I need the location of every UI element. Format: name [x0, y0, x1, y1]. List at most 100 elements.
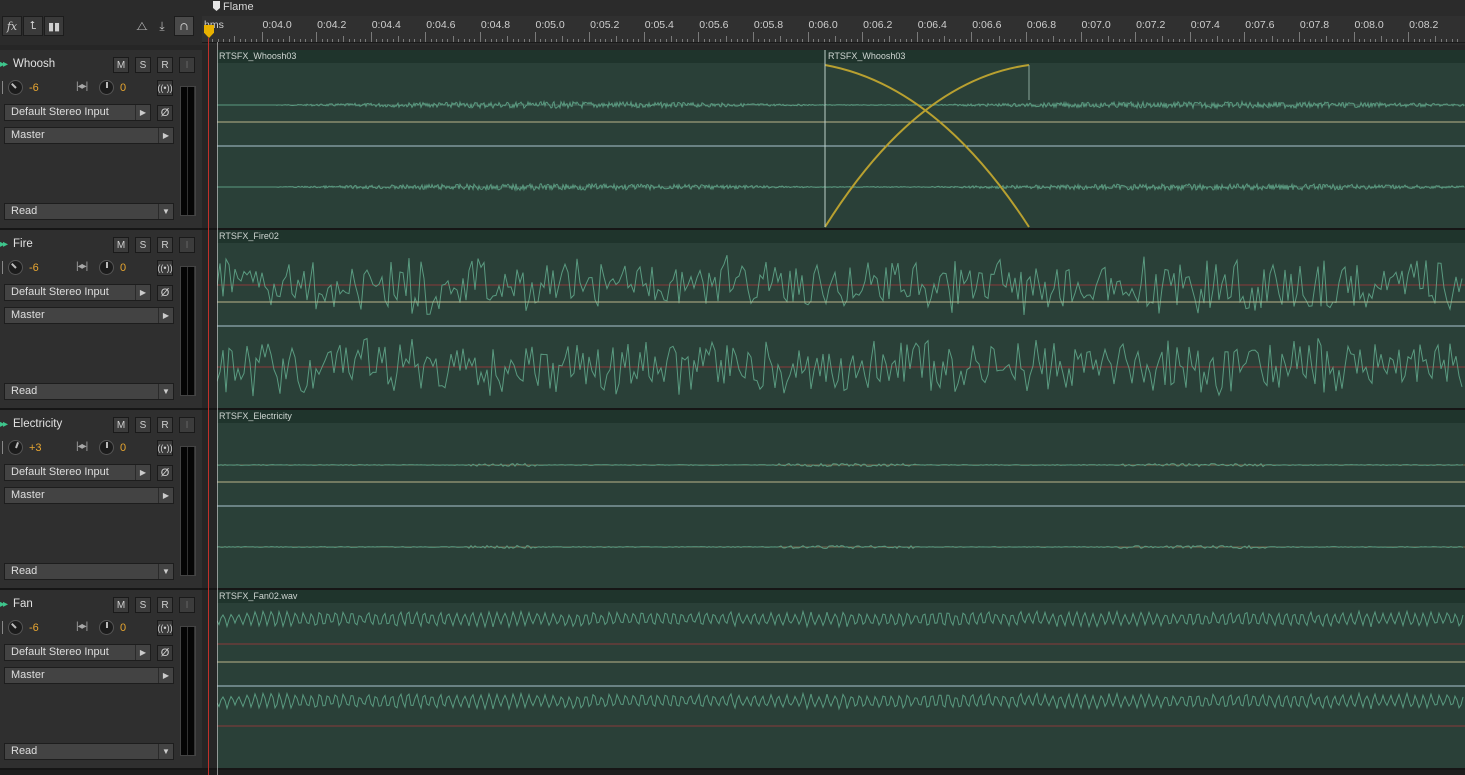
- clip-lane[interactable]: RTSFX_Whoosh03 RTSFX_Whoosh03: [217, 50, 1465, 228]
- input-monitor-button[interactable]: I: [179, 597, 195, 613]
- pan-value[interactable]: 0: [120, 622, 126, 634]
- track-arrows-icon[interactable]: ▸▸: [0, 59, 8, 70]
- ruler-minor-tick: [873, 39, 875, 42]
- ruler-minor-tick: [1075, 39, 1077, 42]
- automation-mode-select[interactable]: Read ▼: [4, 743, 174, 760]
- eq-icon[interactable]: ▮▮: [44, 16, 64, 36]
- record-arm-button[interactable]: R: [157, 237, 173, 253]
- volume-value[interactable]: +3: [29, 442, 42, 454]
- ruler-minor-tick: [1146, 39, 1148, 42]
- metronome-icon[interactable]: ⧍: [132, 16, 152, 36]
- pan-value[interactable]: 0: [120, 262, 126, 274]
- time-ruler[interactable]: hms0:04.00:04.20:04.40:04.60:04.80:05.00…: [202, 16, 1465, 43]
- ruler-minor-tick: [490, 39, 492, 42]
- automation-mode-select[interactable]: Read ▼: [4, 563, 174, 580]
- ruler-minor-tick: [1069, 39, 1071, 42]
- ruler-minor-tick: [840, 39, 842, 42]
- record-input-icon[interactable]: ⤓: [152, 16, 172, 36]
- headphones-icon[interactable]: ∩: [174, 16, 194, 36]
- ruler-minor-tick: [1102, 39, 1104, 42]
- marker-label[interactable]: Flame: [223, 1, 254, 13]
- pan-value[interactable]: 0: [120, 82, 126, 94]
- clip-lane[interactable]: RTSFX_Electricity: [217, 410, 1465, 588]
- phase-invert-icon[interactable]: Ø: [157, 465, 173, 481]
- chevron-right-icon: ▶: [158, 128, 173, 143]
- automation-mode-select[interactable]: Read ▼: [4, 383, 174, 400]
- pan-knob[interactable]: [99, 440, 114, 455]
- ruler-minor-tick: [736, 39, 738, 42]
- ruler-minor-tick: [993, 39, 995, 42]
- clip-name[interactable]: RTSFX_Electricity: [219, 411, 292, 421]
- phase-invert-icon[interactable]: Ø: [157, 105, 173, 121]
- output-select[interactable]: Master ▶: [4, 307, 174, 324]
- record-arm-button[interactable]: R: [157, 417, 173, 433]
- chevron-down-icon: ▼: [158, 204, 173, 219]
- fx-button[interactable]: fx: [2, 16, 22, 36]
- volume-knob[interactable]: [8, 80, 23, 95]
- volume-knob[interactable]: [8, 260, 23, 275]
- track-arrows-icon[interactable]: ▸▸: [0, 599, 8, 610]
- phase-invert-icon[interactable]: Ø: [157, 645, 173, 661]
- input-select[interactable]: Default Stereo Input ▶: [4, 464, 151, 481]
- input-select[interactable]: Default Stereo Input ▶: [4, 644, 151, 661]
- volume-value[interactable]: -6: [29, 622, 39, 634]
- ruler-minor-tick: [763, 39, 765, 42]
- input-monitor-button[interactable]: I: [179, 57, 195, 73]
- mute-button[interactable]: M: [113, 417, 129, 433]
- track-fan: ▸▸ Fan M S R I -6 |◂▸| 0 ((•)) Default S…: [0, 590, 1465, 770]
- track-arrows-icon[interactable]: ▸▸: [0, 239, 8, 250]
- input-select[interactable]: Default Stereo Input ▶: [4, 284, 151, 301]
- track-name[interactable]: Electricity: [13, 418, 62, 430]
- ruler-minor-tick: [676, 39, 678, 42]
- volume-knob[interactable]: [8, 440, 23, 455]
- marker-flag-icon[interactable]: [213, 1, 220, 11]
- input-monitor-button[interactable]: I: [179, 237, 195, 253]
- ruler-minor-tick: [692, 39, 694, 42]
- clip-name[interactable]: RTSFX_Fire02: [219, 231, 279, 241]
- solo-button[interactable]: S: [135, 597, 151, 613]
- ruler-minor-tick: [933, 39, 935, 42]
- ruler-minor-tick: [545, 39, 547, 42]
- solo-button[interactable]: S: [135, 57, 151, 73]
- phase-invert-icon[interactable]: Ø: [157, 285, 173, 301]
- record-arm-button[interactable]: R: [157, 597, 173, 613]
- mute-button[interactable]: M: [113, 597, 129, 613]
- mute-button[interactable]: M: [113, 237, 129, 253]
- monitor-icon[interactable]: ((•)): [157, 440, 173, 456]
- output-select[interactable]: Master ▶: [4, 667, 174, 684]
- solo-button[interactable]: S: [135, 417, 151, 433]
- clip-name[interactable]: RTSFX_Whoosh03: [828, 51, 905, 61]
- send-routing-icon[interactable]: ⮤: [23, 16, 43, 36]
- record-arm-button[interactable]: R: [157, 57, 173, 73]
- clip-lane[interactable]: RTSFX_Fan02.wav: [217, 590, 1465, 768]
- automation-mode-select[interactable]: Read ▼: [4, 203, 174, 220]
- clip-lane[interactable]: RTSFX_Fire02: [217, 230, 1465, 408]
- input-select[interactable]: Default Stereo Input ▶: [4, 104, 151, 121]
- output-select[interactable]: Master ▶: [4, 127, 174, 144]
- ruler-minor-tick: [954, 39, 956, 42]
- pan-knob[interactable]: [99, 620, 114, 635]
- track-header: ▸▸ Electricity M S R I +3 |◂▸| 0 ((•)) D…: [0, 410, 202, 588]
- solo-button[interactable]: S: [135, 237, 151, 253]
- monitor-icon[interactable]: ((•)): [157, 260, 173, 276]
- clip-name[interactable]: RTSFX_Whoosh03: [219, 51, 296, 61]
- pan-knob[interactable]: [99, 80, 114, 95]
- ruler-minor-tick: [561, 36, 563, 42]
- volume-value[interactable]: -6: [29, 82, 39, 94]
- monitor-icon[interactable]: ((•)): [157, 80, 173, 96]
- horizontal-scrollbar[interactable]: [0, 770, 1465, 775]
- volume-value[interactable]: -6: [29, 262, 39, 274]
- volume-knob[interactable]: [8, 620, 23, 635]
- output-select[interactable]: Master ▶: [4, 487, 174, 504]
- monitor-icon[interactable]: ((•)): [157, 620, 173, 636]
- pan-value[interactable]: 0: [120, 442, 126, 454]
- track-name[interactable]: Fire: [13, 238, 33, 250]
- pan-knob[interactable]: [99, 260, 114, 275]
- clip-name[interactable]: RTSFX_Fan02.wav: [219, 591, 297, 601]
- track-name[interactable]: Whoosh: [13, 58, 55, 70]
- input-monitor-button[interactable]: I: [179, 417, 195, 433]
- track-name[interactable]: Fan: [13, 598, 33, 610]
- track-arrows-icon[interactable]: ▸▸: [0, 419, 8, 430]
- mute-button[interactable]: M: [113, 57, 129, 73]
- playhead[interactable]: [208, 38, 209, 775]
